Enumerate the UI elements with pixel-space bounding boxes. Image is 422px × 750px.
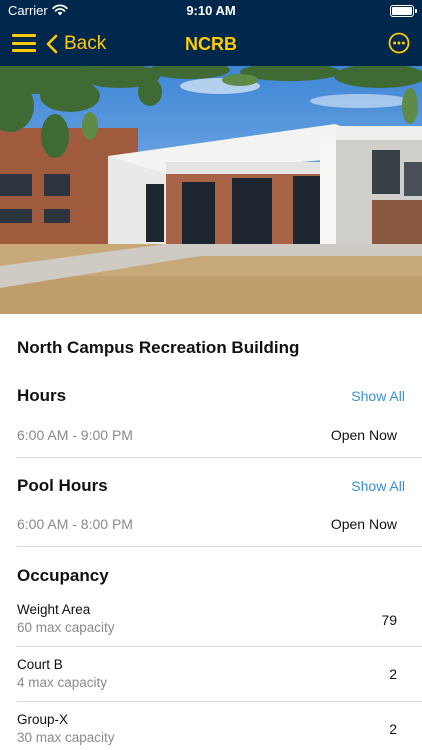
back-button[interactable]: Back <box>46 30 106 58</box>
occupancy-item-count: 2 <box>389 721 397 737</box>
occupancy-item-name: Group-X <box>17 712 69 727</box>
divider <box>17 701 422 702</box>
occupancy-item-name: Weight Area <box>17 602 91 617</box>
occupancy-item-count: 2 <box>389 666 397 682</box>
navigation-bar: Back NCRB <box>0 22 422 66</box>
occupancy-item-name: Court B <box>17 657 63 672</box>
hours-show-all-link[interactable]: Show All <box>351 388 405 404</box>
pool-hours-title: Pool Hours <box>17 476 108 495</box>
pool-hours-range: 6:00 AM - 8:00 PM <box>17 516 133 532</box>
status-bar: Carrier 9:10 AM <box>0 0 422 22</box>
building-name: North Campus Recreation Building <box>17 338 300 357</box>
occupancy-item-capacity: 30 max capacity <box>17 730 115 745</box>
occupancy-title: Occupancy <box>17 566 109 585</box>
battery-icon <box>390 5 417 17</box>
menu-icon[interactable] <box>12 33 36 53</box>
hours-range: 6:00 AM - 9:00 PM <box>17 427 133 443</box>
building-photo <box>0 66 422 314</box>
occupancy-item-count: 79 <box>381 612 397 628</box>
chevron-left-icon <box>46 34 58 54</box>
divider <box>17 646 422 647</box>
pool-hours-show-all-link[interactable]: Show All <box>351 478 405 494</box>
hours-title: Hours <box>17 386 67 405</box>
back-label: Back <box>64 33 107 54</box>
hours-open-status: Open Now <box>330 427 397 443</box>
divider <box>17 546 422 547</box>
divider <box>17 457 422 458</box>
pool-hours-open-status: Open Now <box>330 516 397 532</box>
more-icon[interactable] <box>388 32 410 54</box>
occupancy-item-capacity: 60 max capacity <box>17 620 115 635</box>
status-time: 9:10 AM <box>186 3 236 18</box>
occupancy-item-capacity: 4 max capacity <box>17 675 108 690</box>
